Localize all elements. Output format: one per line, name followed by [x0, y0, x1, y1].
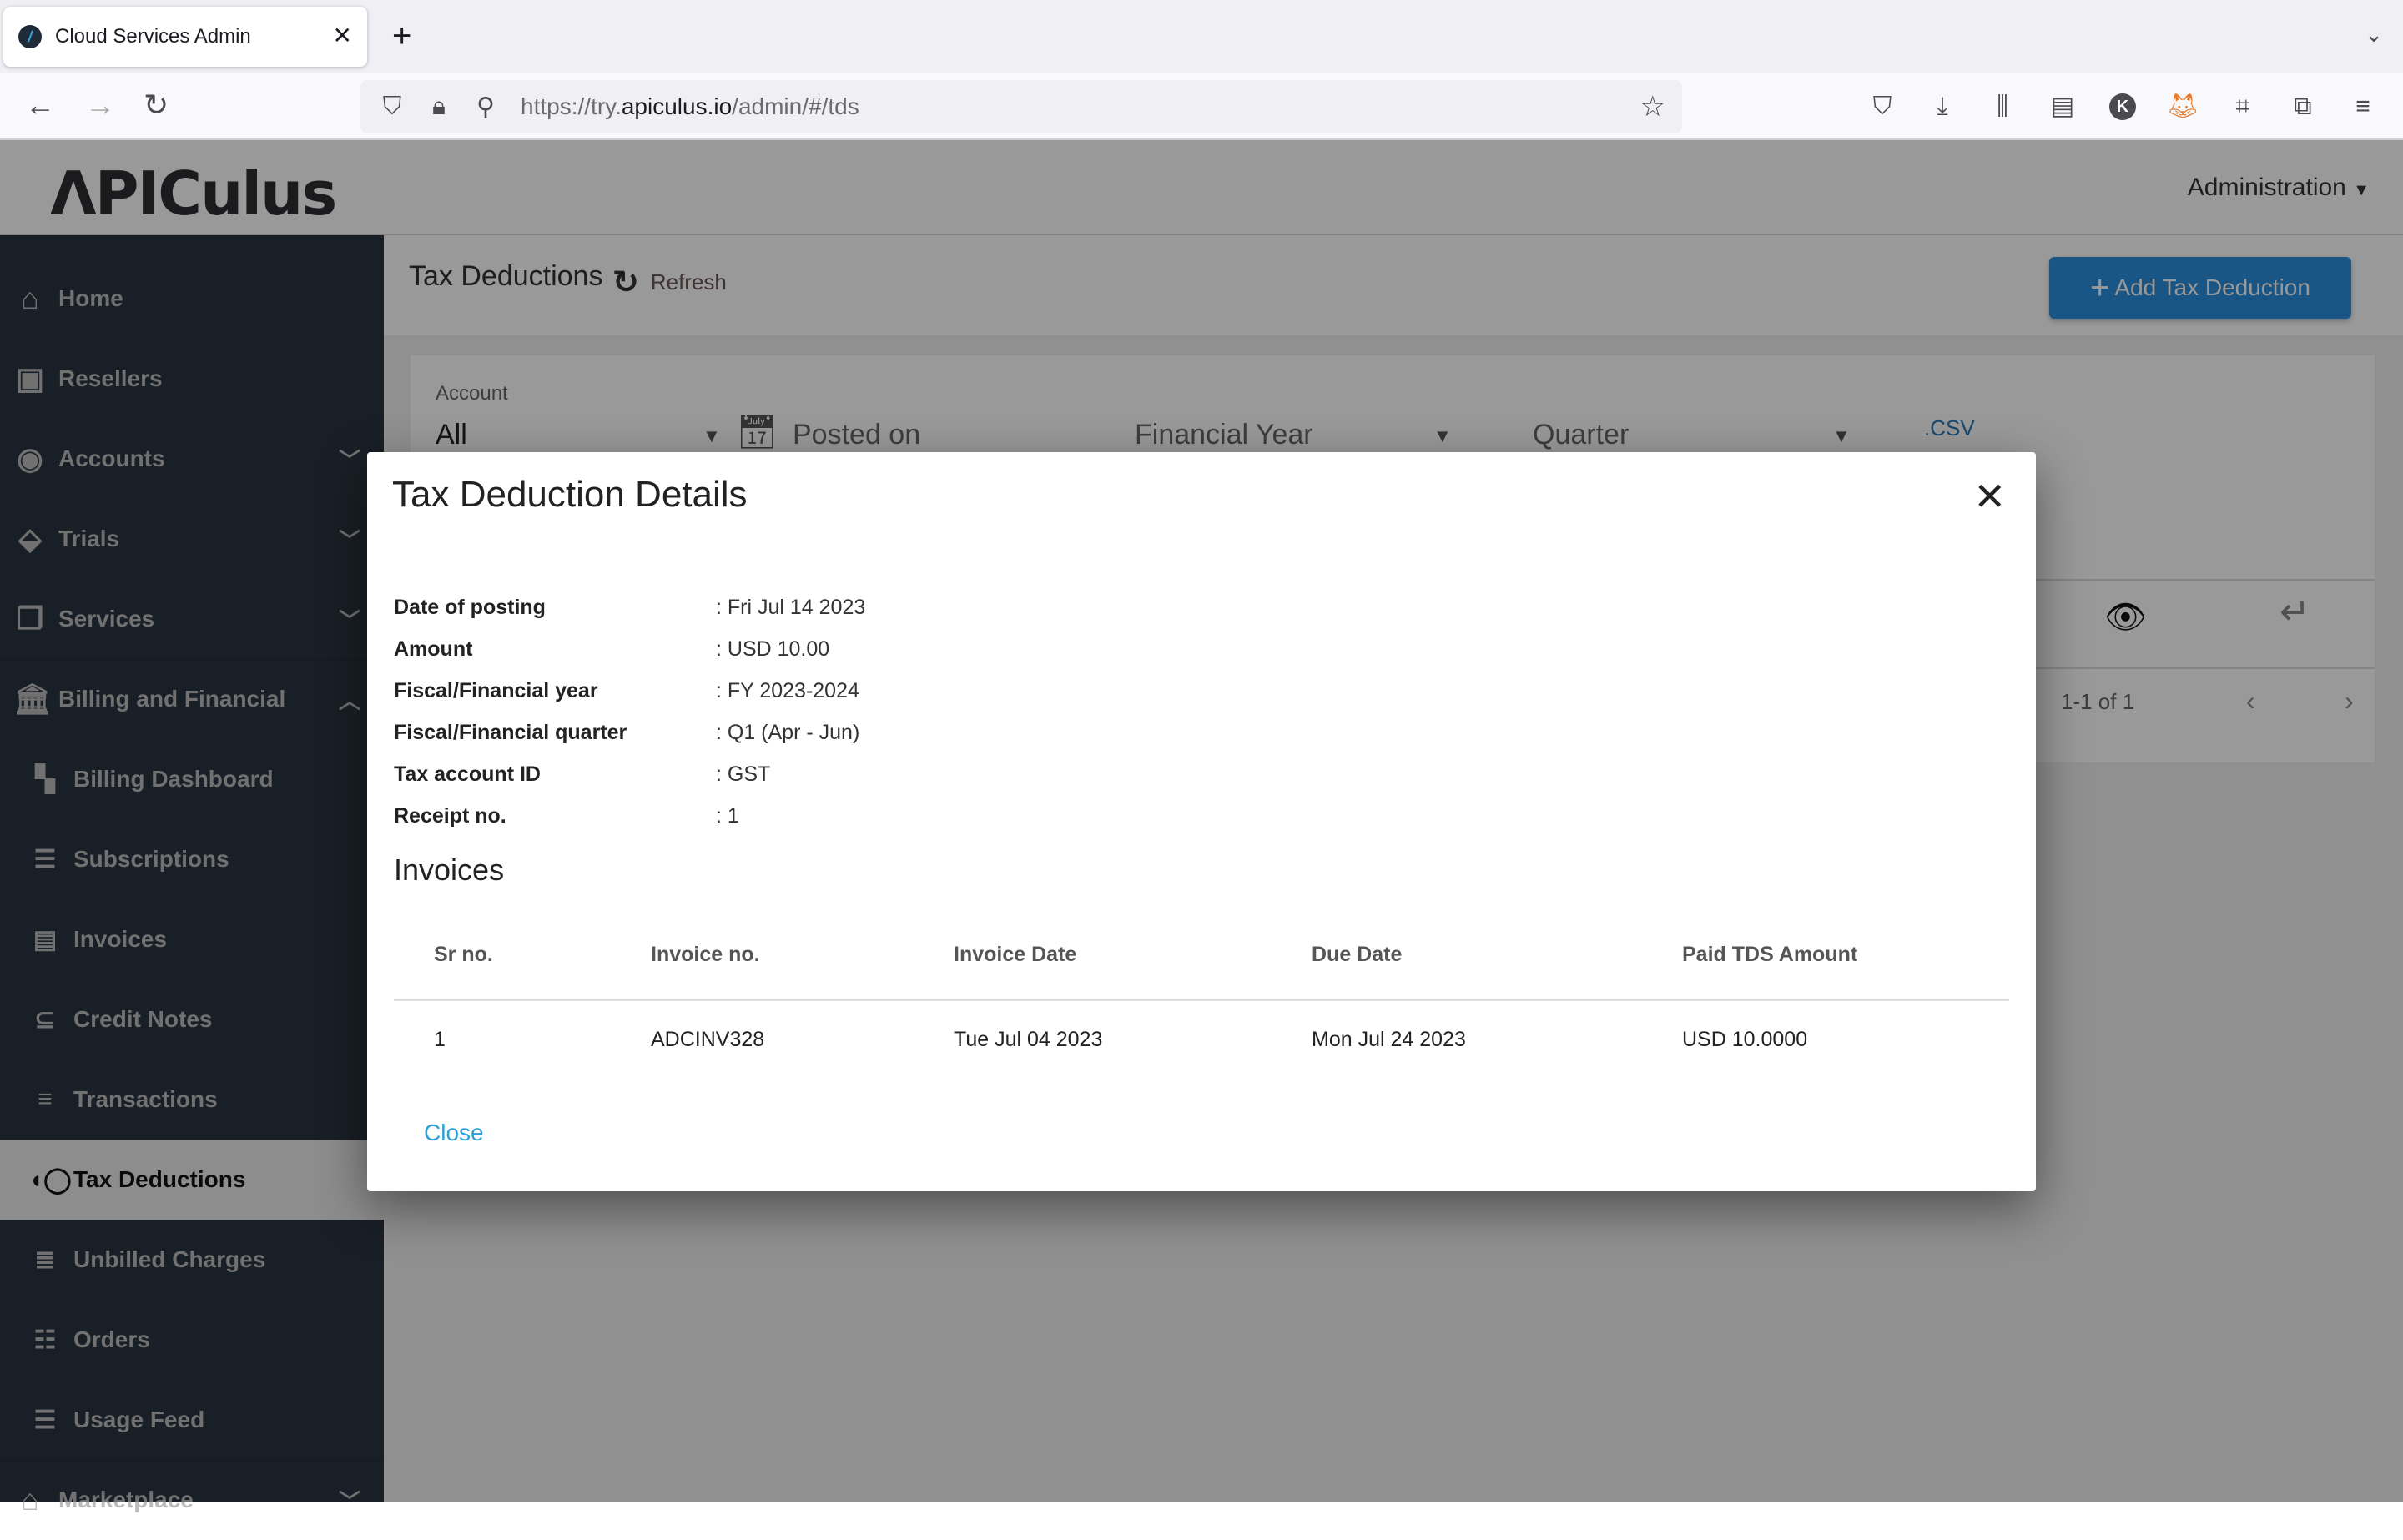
- invoices-table-header: Sr no. Invoice no. Invoice Date Due Date…: [394, 919, 2009, 1001]
- detail-row-receipt-no: Receipt no. : 1: [394, 804, 739, 846]
- list-tabs-chevron-icon[interactable]: ⌄: [2365, 22, 2383, 48]
- close-tab-icon[interactable]: ✕: [333, 23, 352, 48]
- close-icon[interactable]: ✕: [1973, 477, 2006, 516]
- forward-icon[interactable]: →: [85, 88, 115, 122]
- app: ΛPICulus Administration ▼ ⌂ Home ▣ Reselle…: [0, 140, 2403, 1517]
- detail-value: : FY 2023-2024: [716, 679, 859, 702]
- url-prefix: https://try.: [521, 93, 622, 119]
- menu-icon[interactable]: ≡: [2346, 90, 2380, 123]
- cell-due-date: Mon Jul 24 2023: [1312, 1028, 1466, 1051]
- column-header-invoice-date: Invoice Date: [954, 943, 1077, 966]
- bookmark-star-icon[interactable]: ☆: [1640, 90, 1665, 123]
- invoices-heading: Invoices: [394, 853, 505, 887]
- url-text[interactable]: https://try.apiculus.io/admin/#/tds: [521, 93, 859, 120]
- sidebar-icon[interactable]: ▤: [2046, 90, 2079, 123]
- detail-row-tax-account-id: Tax account ID : GST: [394, 762, 770, 804]
- browser-toolbar: ← → ↻ ⛉ 🔒︎ ⚲ https://try.apiculus.io/adm…: [0, 73, 2403, 140]
- detail-key: Fiscal/Financial year: [394, 679, 598, 702]
- detail-key: Tax account ID: [394, 762, 541, 786]
- column-header-paid-tds-amount: Paid TDS Amount: [1682, 943, 1858, 966]
- url-bar[interactable]: ⛉ 🔒︎ ⚲ https://try.apiculus.io/admin/#/t…: [360, 80, 1682, 133]
- detail-value: : USD 10.00: [716, 637, 830, 661]
- cell-invoice-date: Tue Jul 04 2023: [954, 1028, 1103, 1051]
- column-header-due-date: Due Date: [1312, 943, 1403, 966]
- detail-row-date-of-posting: Date of posting : Fri Jul 14 2023: [394, 596, 865, 637]
- cell-invoice-no: ADCINV328: [651, 1028, 765, 1051]
- permissions-icon[interactable]: ⚲: [471, 93, 501, 122]
- apiculus-favicon-icon: /: [18, 25, 42, 48]
- close-button[interactable]: Close: [424, 1120, 484, 1146]
- shield-icon[interactable]: ⛉: [377, 93, 407, 121]
- tab-title: Cloud Services Admin: [55, 25, 251, 48]
- browser-tab-strip: / Cloud Services Admin ✕ + ⌄: [0, 0, 2403, 73]
- detail-row-amount: Amount : USD 10.00: [394, 637, 829, 679]
- modal-title: Tax Deduction Details: [392, 474, 748, 515]
- url-domain: apiculus.io: [621, 93, 733, 119]
- extensions-icon[interactable]: ⧉: [2286, 90, 2320, 123]
- column-header-invoice-no: Invoice no.: [651, 943, 760, 966]
- detail-key: Receipt no.: [394, 804, 506, 828]
- detail-row-financial-year: Fiscal/Financial year : FY 2023-2024: [394, 679, 859, 721]
- url-path: /admin/#/tds: [732, 93, 859, 119]
- library-icon[interactable]: ⫼: [1986, 90, 2019, 123]
- browser-tab[interactable]: / Cloud Services Admin ✕: [3, 7, 367, 67]
- tax-deduction-details-modal: Tax Deduction Details ✕ Date of posting:…: [367, 452, 2036, 1191]
- invoices-table: Sr no. Invoice no. Invoice Date Due Date…: [394, 919, 2009, 1083]
- cell-sr-no: 1: [434, 1028, 446, 1051]
- detail-value: : 1: [716, 804, 739, 828]
- detail-key: Amount: [394, 637, 473, 661]
- detail-value: : Q1 (Apr - Jun): [716, 721, 860, 744]
- new-tab-icon[interactable]: +: [392, 15, 411, 57]
- cell-paid-tds-amount: USD 10.0000: [1682, 1028, 1808, 1051]
- detail-key: Date of posting: [394, 596, 546, 619]
- download-icon[interactable]: ⤓: [1926, 90, 1959, 123]
- detail-row-financial-quarter: Fiscal/Financial quarter : Q1 (Apr - Jun): [394, 721, 859, 762]
- lock-icon[interactable]: 🔒︎: [424, 93, 454, 121]
- detail-value: : GST: [716, 762, 771, 786]
- metamask-fox-icon[interactable]: 🦊︎: [2166, 90, 2199, 123]
- crop-icon[interactable]: ⌗: [2226, 90, 2259, 123]
- column-header-sr-no: Sr no.: [434, 943, 493, 966]
- detail-value: : Fri Jul 14 2023: [716, 596, 866, 619]
- detail-key: Fiscal/Financial quarter: [394, 721, 627, 744]
- table-row: 1 ADCINV328 Tue Jul 04 2023 Mon Jul 24 2…: [394, 1001, 2009, 1083]
- account-k-icon[interactable]: K: [2109, 93, 2136, 120]
- back-icon[interactable]: ←: [25, 88, 55, 122]
- pocket-icon[interactable]: ⛉: [1866, 90, 1899, 123]
- reload-icon[interactable]: ↻: [144, 88, 169, 122]
